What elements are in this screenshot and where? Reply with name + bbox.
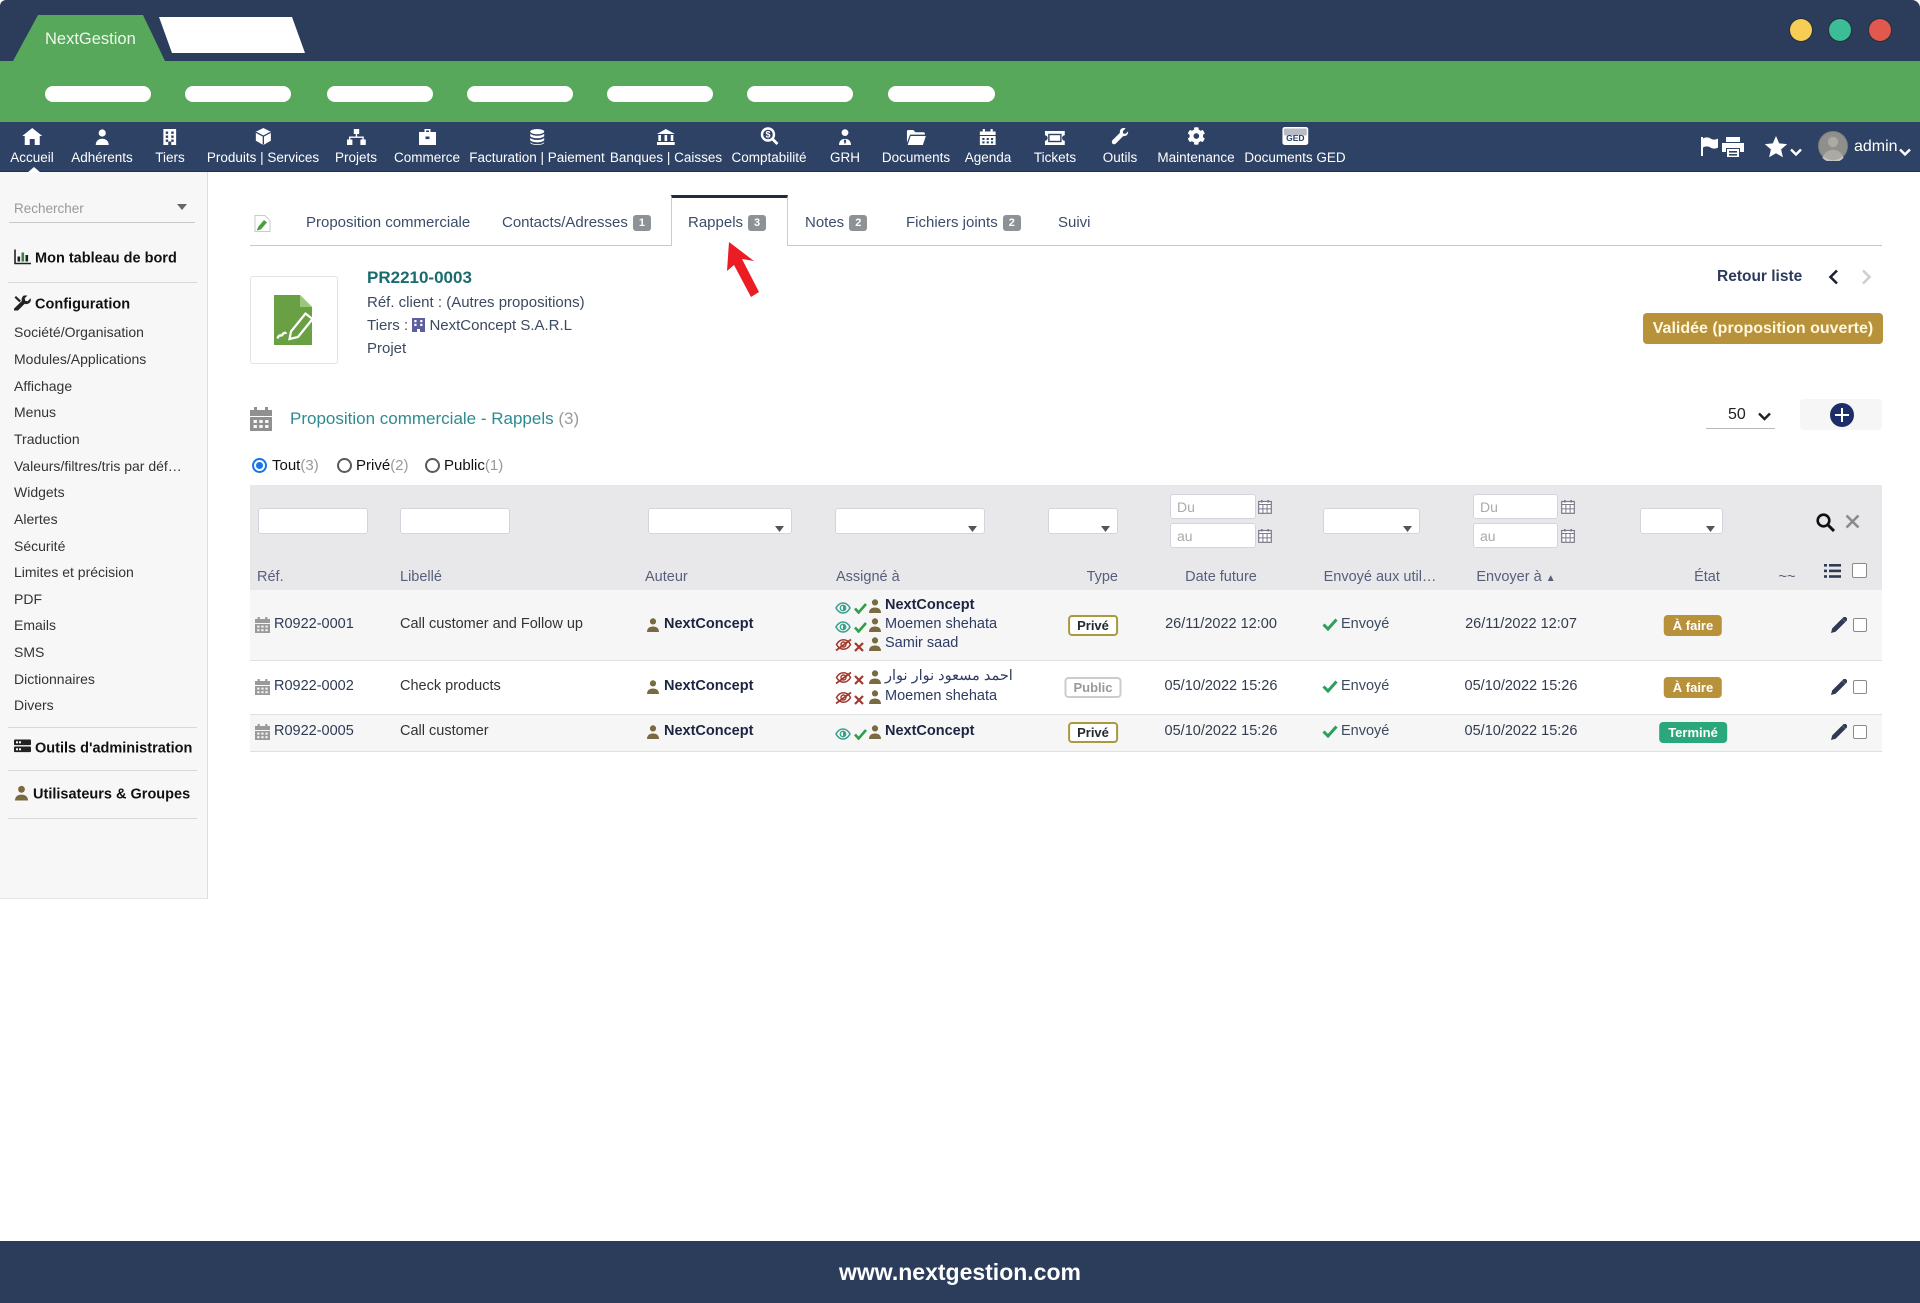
svg-text:$: $ [765, 130, 770, 140]
svg-text:GED: GED [1286, 133, 1304, 143]
